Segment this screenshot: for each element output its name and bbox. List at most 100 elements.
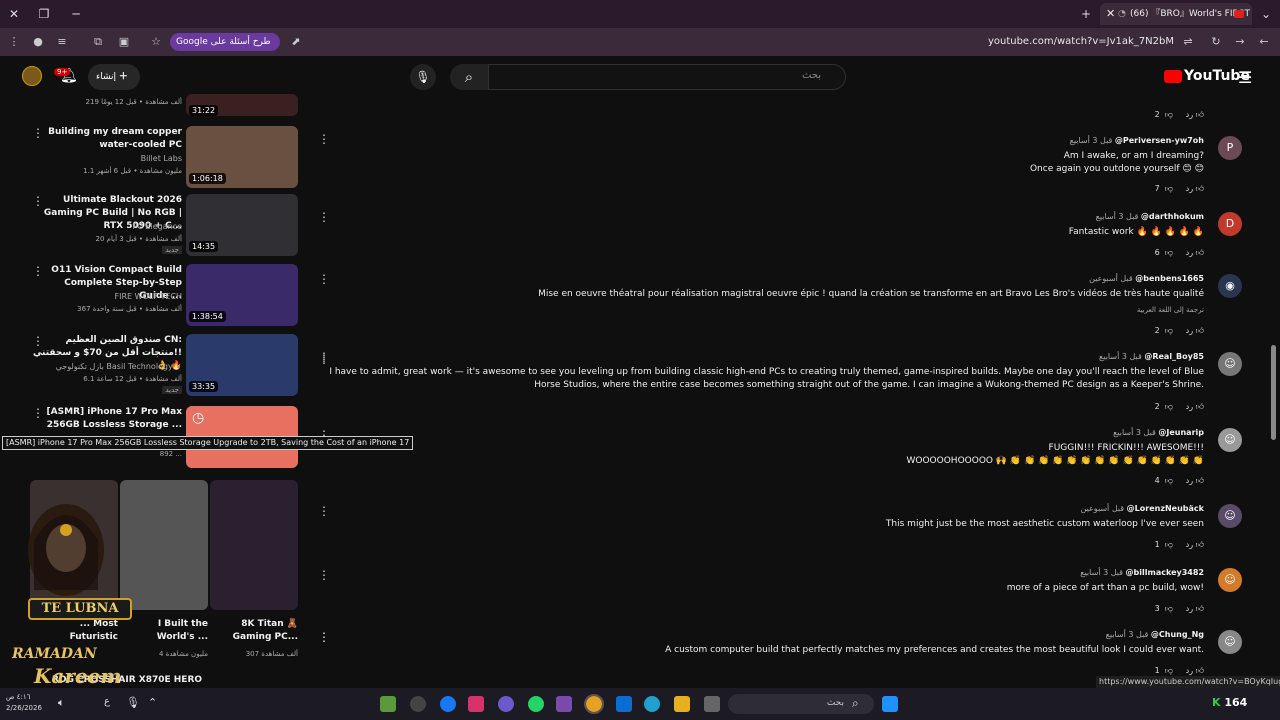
taskbar-search-icon[interactable]: ⌕: [852, 696, 868, 712]
reply-button[interactable]: رد: [1186, 184, 1193, 193]
menu-dots-icon[interactable]: ⋮: [6, 34, 22, 50]
comment-time[interactable]: قبل 3 أسابيع: [1080, 568, 1123, 577]
like-icon[interactable]: 👍︎: [1196, 326, 1204, 335]
app-icon-game[interactable]: [380, 696, 396, 712]
speaker-icon[interactable]: 🔈︎: [58, 696, 74, 712]
video-item-partial[interactable]: 31:22 219 ألف مشاهدة • قبل 12 يومًا: [0, 94, 330, 118]
dislike-icon[interactable]: 👎︎: [1165, 110, 1173, 119]
search-input[interactable]: بحث: [488, 64, 846, 90]
extensions-icon[interactable]: ⧉: [90, 34, 106, 50]
tab-youtube[interactable]: ✕ ◔ (66) 『BRO』World's FIRST 9: [1100, 3, 1252, 25]
comment-time[interactable]: قبل 3 أسابيع: [1113, 428, 1156, 437]
comment-author[interactable]: @Periversen-yw7oh: [1115, 136, 1204, 145]
edge-icon[interactable]: [644, 696, 660, 712]
task-view-icon[interactable]: [704, 696, 720, 712]
taskbar-clock[interactable]: ٤:١٦ ص 2/26/2026: [6, 692, 42, 714]
taskbar-counter[interactable]: K 164: [1212, 696, 1247, 709]
dislike-icon[interactable]: 👎︎: [1165, 476, 1173, 485]
comment-author[interactable]: @Chung_Ng: [1151, 630, 1204, 639]
dislike-icon[interactable]: 👎︎: [1165, 248, 1173, 257]
comment-time[interactable]: قبل أسبوعين: [1081, 504, 1125, 513]
reading-list-icon[interactable]: ≡: [54, 34, 70, 50]
account-avatar[interactable]: [22, 66, 42, 86]
reply-button[interactable]: رد: [1186, 402, 1193, 411]
dislike-icon[interactable]: 👎︎: [1165, 326, 1173, 335]
whatsapp-icon[interactable]: [528, 696, 544, 712]
comment-avatar[interactable]: ☺: [1218, 568, 1242, 592]
reply-button[interactable]: رد: [1186, 248, 1193, 257]
store-icon[interactable]: [616, 696, 632, 712]
comment-menu-icon[interactable]: ⋮: [318, 352, 330, 366]
media-app-icon[interactable]: [556, 696, 572, 712]
comment-author[interactable]: @billmackey3482: [1126, 568, 1204, 577]
like-icon[interactable]: 👍︎: [1196, 476, 1204, 485]
comment-time[interactable]: قبل 3 أسابيع: [1070, 136, 1113, 145]
video-item[interactable]: ⋮ O11 Vision Compact Build Complete Step…: [0, 264, 330, 328]
comment-time[interactable]: قبل 3 أسابيع: [1096, 212, 1139, 221]
dislike-icon[interactable]: 👎︎: [1165, 184, 1173, 193]
like-icon[interactable]: 👍︎: [1196, 110, 1204, 119]
comment-author[interactable]: @Jeunarip: [1158, 428, 1204, 437]
comment-time[interactable]: قبل أسبوعين: [1089, 274, 1133, 283]
chrome-icon[interactable]: [584, 694, 604, 714]
video-channel[interactable]: FIRE WOLF TECH: [115, 292, 182, 301]
dislike-icon[interactable]: 👎︎: [1165, 402, 1173, 411]
watch-later-icon[interactable]: ◷: [192, 410, 204, 426]
translate-link[interactable]: ترجمة إلى اللغة العربية: [1137, 306, 1204, 314]
new-tab-icon[interactable]: +: [1076, 4, 1096, 24]
comment-menu-icon[interactable]: ⋮: [318, 568, 330, 582]
reply-button[interactable]: رد: [1186, 666, 1193, 675]
dislike-icon[interactable]: 👎︎: [1165, 604, 1173, 613]
like-icon[interactable]: 👍︎: [1196, 666, 1204, 675]
reply-button[interactable]: رد: [1186, 604, 1193, 613]
file-explorer-icon[interactable]: [674, 696, 690, 712]
close-window-icon[interactable]: ✕: [4, 4, 24, 24]
dislike-icon[interactable]: 👎︎: [1165, 666, 1173, 675]
reply-button[interactable]: رد: [1186, 540, 1193, 549]
like-icon[interactable]: 👍︎: [1196, 402, 1204, 411]
short-title[interactable]: 8K Titan 🧸 Gaming PC...: [218, 618, 298, 644]
comment-time[interactable]: قبل 3 أسابيع: [1106, 630, 1149, 639]
short-thumbnail[interactable]: [120, 480, 208, 610]
search-icon[interactable]: ⌕: [450, 64, 488, 90]
create-button[interactable]: إنشاء ＋: [88, 64, 140, 90]
video-item[interactable]: ⋮ صندوق الصين العظيم CN: منتجات أقل من 7…: [0, 334, 330, 398]
voice-search-icon[interactable]: 🎙︎: [410, 64, 436, 90]
reply-button[interactable]: رد: [1186, 476, 1193, 485]
hamburger-menu-icon[interactable]: ☰: [1238, 68, 1252, 87]
extension-avatar-icon[interactable]: ●: [30, 34, 46, 50]
comment-avatar[interactable]: D: [1218, 212, 1242, 236]
site-settings-icon[interactable]: ⇌: [1180, 34, 1196, 50]
google-ask-button[interactable]: Google طرح أسئلة على: [170, 33, 280, 51]
comment-avatar[interactable]: P: [1218, 136, 1242, 160]
scrollbar-thumb[interactable]: [1271, 345, 1276, 440]
extension-red-icon[interactable]: ▣: [116, 34, 132, 50]
video-title[interactable]: Building my dream copper water-cooled PC: [32, 126, 182, 152]
share-icon[interactable]: ⬈: [288, 34, 304, 50]
back-icon[interactable]: ←: [1256, 34, 1272, 50]
url-text[interactable]: youtube.com/watch?v=Jv1ak_7N2bM: [988, 36, 1174, 47]
dislike-icon[interactable]: 👎︎: [1165, 540, 1173, 549]
comment-author[interactable]: @LorenzNeubäck: [1127, 504, 1204, 513]
comment-menu-icon[interactable]: ⋮: [318, 630, 330, 644]
video-item[interactable]: ⋮ Ultimate Blackout 2026 Gaming PC Build…: [0, 194, 330, 258]
comment-avatar[interactable]: ☺: [1218, 504, 1242, 528]
app-icon-clock[interactable]: [410, 696, 426, 712]
tab-list-icon[interactable]: ⌄: [1256, 4, 1276, 24]
like-icon[interactable]: 👍︎: [1196, 248, 1204, 257]
comment-time[interactable]: قبل 3 أسابيع: [1099, 352, 1142, 361]
comment-avatar[interactable]: ☺: [1218, 352, 1242, 376]
short-title[interactable]: I Built the World's ...: [128, 618, 208, 644]
forward-icon[interactable]: →: [1232, 34, 1248, 50]
restore-window-icon[interactable]: ❐: [34, 4, 54, 24]
like-icon[interactable]: 👍︎: [1196, 540, 1204, 549]
video-title[interactable]: [ASMR] iPhone 17 Pro Max 256GB Lossless …: [32, 406, 182, 432]
microphone-icon[interactable]: 🎙︎: [126, 696, 142, 712]
reply-button[interactable]: رد: [1186, 110, 1193, 119]
instagram-icon[interactable]: [468, 696, 484, 712]
comment-author[interactable]: @benbens1665: [1135, 274, 1204, 283]
language-icon[interactable]: ع: [104, 696, 120, 712]
video-item[interactable]: ⋮ Building my dream copper water-cooled …: [0, 126, 330, 190]
comment-avatar[interactable]: ◉: [1218, 274, 1242, 298]
reply-button[interactable]: رد: [1186, 326, 1193, 335]
